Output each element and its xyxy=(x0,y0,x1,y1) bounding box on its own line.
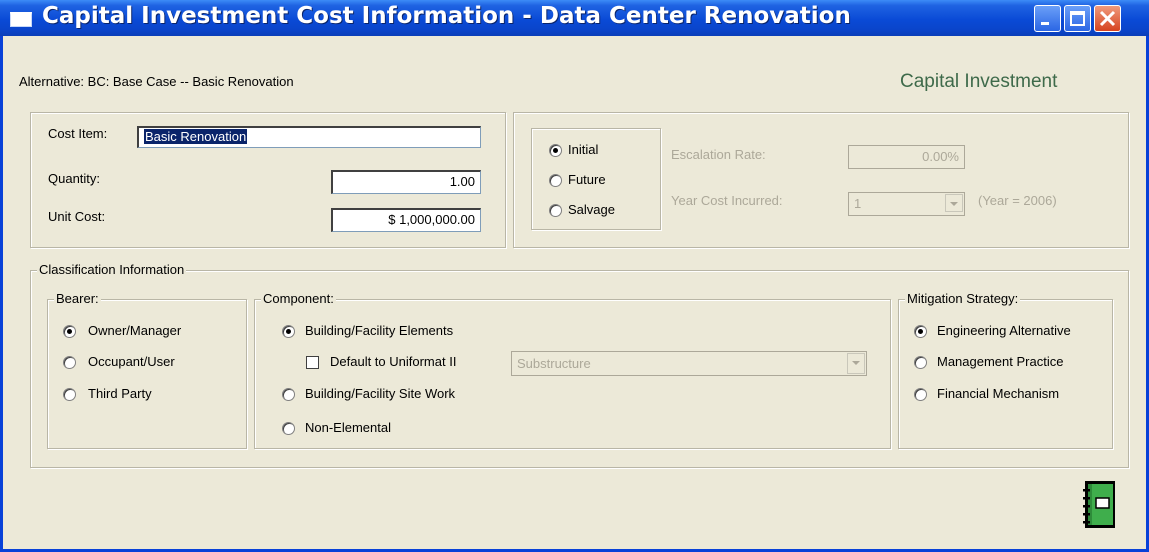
cost-item-label: Cost Item: xyxy=(48,126,108,141)
site-work-label: Building/Facility Site Work xyxy=(305,386,456,401)
classification-legend: Classification Information xyxy=(37,262,187,277)
timing-group: Initial Future Salvage Escalation Rate: … xyxy=(513,112,1129,248)
escalation-rate-input[interactable]: 0.00% xyxy=(848,145,965,169)
alternative-label: Alternative: BC: Base Case -- Basic Reno… xyxy=(19,74,294,89)
owner-manager-label: Owner/Manager xyxy=(88,323,182,338)
salvage-label: Salvage xyxy=(568,202,615,217)
minimize-button[interactable] xyxy=(1034,5,1061,32)
engineering-alternative-label: Engineering Alternative xyxy=(937,323,1071,338)
non-elemental-radio[interactable] xyxy=(282,422,295,435)
salvage-radio[interactable] xyxy=(549,204,562,217)
quantity-input[interactable]: 1.00 xyxy=(331,170,481,194)
year-value: 1 xyxy=(854,196,862,211)
component-group: Component: Building/Facility Elements De… xyxy=(254,291,891,449)
section-heading: Capital Investment xyxy=(900,71,1058,92)
escalation-rate-label: Escalation Rate: xyxy=(671,147,766,162)
cost-item-input[interactable]: Basic Renovation xyxy=(137,126,481,148)
title-bar[interactable]: Capital Investment Cost Information - Da… xyxy=(0,0,1149,36)
engineering-alternative-radio[interactable] xyxy=(914,325,927,338)
timing-options: Initial Future Salvage xyxy=(531,128,661,230)
cost-group: Cost Item: Basic Renovation Quantity: 1.… xyxy=(30,112,506,248)
third-party-radio[interactable] xyxy=(63,388,76,401)
initial-radio[interactable] xyxy=(549,144,562,157)
uniformat-select[interactable]: Substructure xyxy=(511,351,867,376)
window-icon[interactable] xyxy=(10,12,32,27)
owner-manager-radio[interactable] xyxy=(63,325,76,338)
maximize-button[interactable] xyxy=(1064,5,1091,32)
notebook-icon[interactable] xyxy=(1083,480,1117,530)
building-elements-label: Building/Facility Elements xyxy=(305,323,454,338)
year-cost-incurred-label: Year Cost Incurred: xyxy=(671,193,783,208)
dialog-window: Capital Investment Cost Information - Da… xyxy=(0,0,1149,552)
component-legend: Component: xyxy=(261,291,336,306)
occupant-user-label: Occupant/User xyxy=(88,354,175,369)
chevron-down-icon[interactable] xyxy=(847,353,865,374)
bearer-group: Bearer: Owner/Manager Occupant/User Thir… xyxy=(47,291,247,449)
building-elements-radio[interactable] xyxy=(282,325,295,338)
uniformat-label: Default to Uniformat II xyxy=(330,354,457,369)
initial-label: Initial xyxy=(568,142,599,157)
bearer-legend: Bearer: xyxy=(54,291,101,306)
financial-mechanism-label: Financial Mechanism xyxy=(937,386,1060,401)
uniformat-checkbox[interactable] xyxy=(306,356,319,369)
quantity-label: Quantity: xyxy=(48,171,101,186)
occupant-user-radio[interactable] xyxy=(63,356,76,369)
chevron-down-icon[interactable] xyxy=(945,194,963,212)
unit-cost-input[interactable]: $ 1,000,000.00 xyxy=(331,208,481,232)
unit-cost-label: Unit Cost: xyxy=(48,209,106,224)
future-radio[interactable] xyxy=(549,174,562,187)
management-practice-label: Management Practice xyxy=(937,354,1064,369)
site-work-radio[interactable] xyxy=(282,388,295,401)
financial-mechanism-radio[interactable] xyxy=(914,388,927,401)
close-button[interactable] xyxy=(1094,5,1121,32)
non-elemental-label: Non-Elemental xyxy=(305,420,391,435)
close-icon xyxy=(1099,10,1116,27)
window-title: Capital Investment Cost Information - Da… xyxy=(42,3,851,29)
uniformat-value: Substructure xyxy=(517,356,591,371)
mitigation-legend: Mitigation Strategy: xyxy=(905,291,1021,306)
year-note: (Year = 2006) xyxy=(978,193,1057,208)
classification-group: Classification Information Bearer: Owner… xyxy=(30,262,1129,468)
third-party-label: Third Party xyxy=(88,386,152,401)
management-practice-radio[interactable] xyxy=(914,356,927,369)
future-label: Future xyxy=(568,172,606,187)
mitigation-group: Mitigation Strategy: Engineering Alterna… xyxy=(898,291,1113,449)
year-cost-incurred-select[interactable]: 1 xyxy=(848,192,965,216)
